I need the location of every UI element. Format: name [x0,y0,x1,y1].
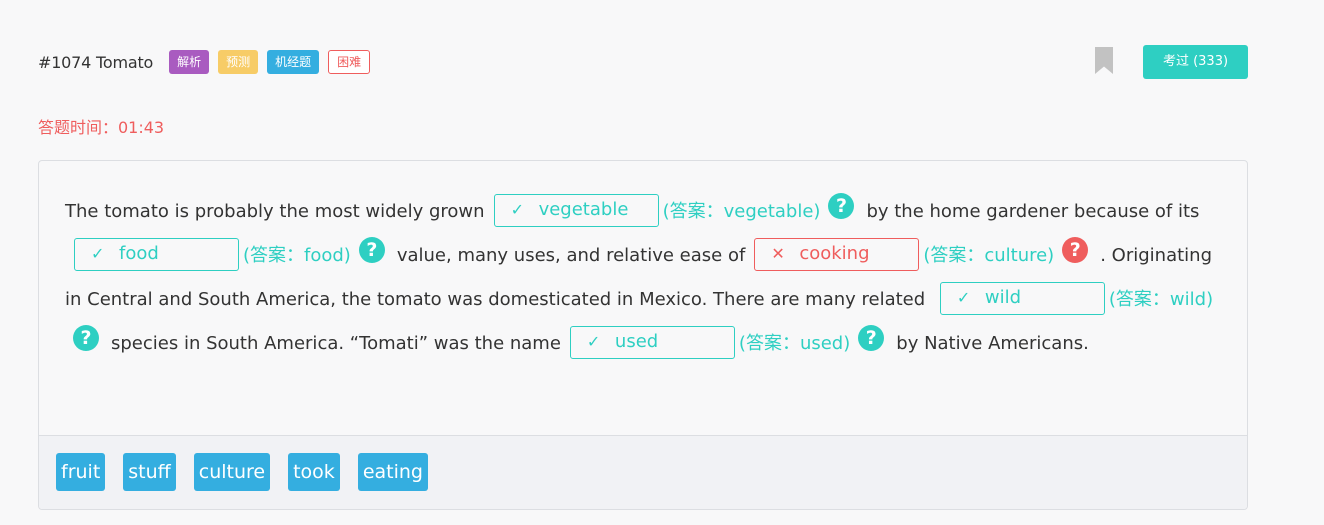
blank-value: cooking [799,243,870,264]
correct-answer: (答案：vegetable) [662,201,821,222]
bookmark-icon[interactable] [1095,47,1113,74]
passage-text: by the home gardener because of its [866,201,1200,222]
blank-input-1[interactable]: ✓ vegetable [493,193,659,227]
correct-answer: (答案：used) [738,333,851,354]
tag-analysis[interactable]: 解析 [169,50,210,74]
blank-input-2[interactable]: ✓ food [74,237,239,271]
passage-text: value, many uses, and relative ease of [396,245,746,266]
question-circle-icon[interactable]: ? [73,325,99,351]
check-icon: ✓ [956,288,971,307]
question-header: #1074 Tomato 解析 预测 机经题 困难 [38,49,379,75]
option-chip[interactable]: eating [357,453,428,491]
blank-input-3[interactable]: ✕ cooking [754,237,920,271]
option-chip[interactable]: stuff [123,453,176,491]
word-options: fruit stuff culture took eating [39,436,1247,509]
passage-text: by Native Americans. [896,333,1089,354]
blank-input-5[interactable]: ✓ used [569,325,735,359]
blank-value: food [119,243,159,264]
answer-timer: 答题时间：01:43 [38,118,165,137]
option-chip[interactable]: culture [193,453,271,491]
blank-value: wild [984,287,1022,308]
blank-input-4[interactable]: ✓ wild [939,281,1105,315]
question-card: The tomato is probably the most widely g… [38,160,1248,510]
blank-value: vegetable [538,199,629,220]
passage: The tomato is probably the most widely g… [39,161,1247,435]
correct-answer: (答案：wild) [1108,289,1214,310]
passed-exam-button[interactable]: 考过 (333) [1143,45,1248,79]
option-chip[interactable]: fruit [56,453,106,491]
option-chip[interactable]: took [288,453,340,491]
correct-answer: (答案：food) [243,245,351,266]
check-icon: ✓ [91,244,105,263]
correct-answer: (答案：culture) [923,245,1055,266]
passage-text: The tomato is probably the most widely g… [65,201,485,222]
tag-prediction[interactable]: 预测 [218,50,259,74]
cross-icon: ✕ [771,244,785,263]
passage-text: species in South America. “Tomati” was t… [111,333,561,354]
tag-difficulty: 困难 [328,50,371,74]
question-circle-icon[interactable]: ? [358,237,385,263]
question-title: #1074 Tomato [38,52,154,72]
question-circle-icon[interactable]: ? [1062,237,1089,263]
tag-exam-question[interactable]: 机经题 [267,50,320,74]
check-icon: ✓ [510,200,524,219]
question-circle-icon[interactable]: ? [828,193,855,219]
question-circle-icon[interactable]: ? [858,325,885,351]
blank-value: used [614,331,659,352]
check-icon: ✓ [586,332,601,351]
